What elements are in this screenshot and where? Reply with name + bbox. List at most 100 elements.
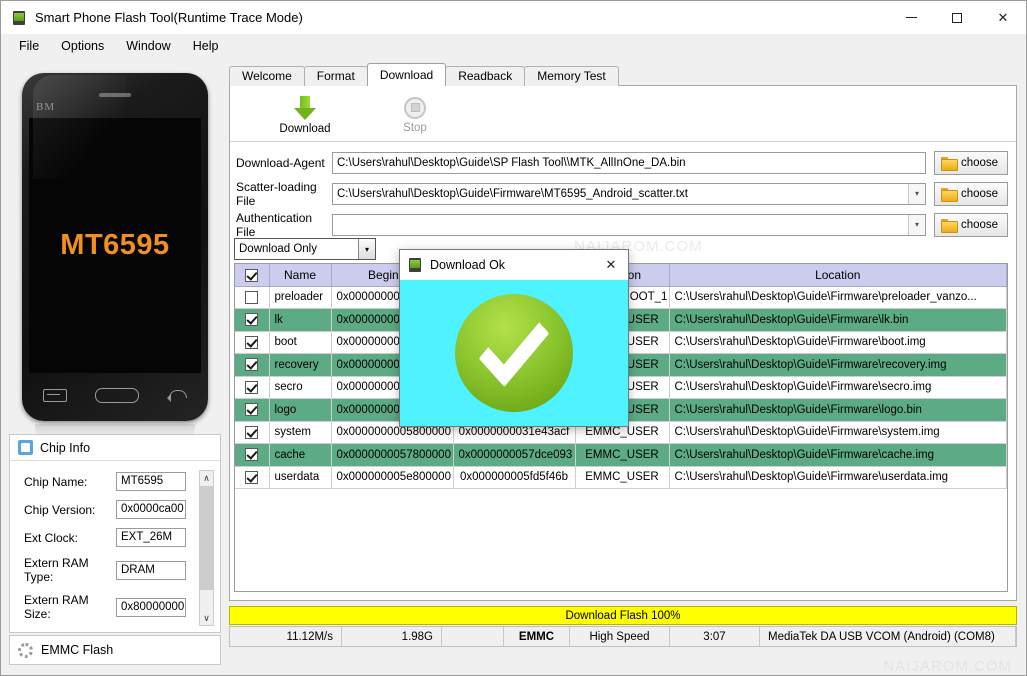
- folder-icon: [941, 156, 958, 171]
- row-checkbox-cell[interactable]: [235, 421, 270, 444]
- table-row[interactable]: cache 0x0000000057800000 0x0000000057dce…: [235, 443, 1007, 467]
- row-location: C:\Users\rahul\Desktop\Guide\Firmware\lk…: [669, 308, 1007, 332]
- tab-memory-test[interactable]: Memory Test: [524, 66, 619, 86]
- row-checkbox-cell[interactable]: [235, 376, 270, 399]
- row-checkbox-cell[interactable]: [235, 353, 270, 377]
- row-location: C:\Users\rahul\Desktop\Guide\Firmware\sy…: [669, 421, 1007, 444]
- tab-format[interactable]: Format: [303, 66, 368, 86]
- menu-window[interactable]: Window: [116, 36, 180, 56]
- row-name: preloader: [269, 286, 332, 309]
- folder-icon: [941, 187, 958, 202]
- minimize-button[interactable]: [888, 1, 934, 34]
- row-begin: 0x0000000057800000: [331, 443, 454, 467]
- scroll-up-icon[interactable]: ∧: [200, 471, 213, 485]
- status-storage: EMMC: [504, 627, 570, 646]
- emmc-flash-section[interactable]: EMMC Flash: [9, 635, 221, 665]
- dialog-close-button[interactable]: ✕: [600, 254, 622, 276]
- row-checkbox-cell[interactable]: [235, 398, 270, 422]
- close-button[interactable]: ✕: [980, 1, 1026, 34]
- download-mode-select[interactable]: Download Only ▾: [234, 238, 376, 260]
- scrollbar-thumb[interactable]: [200, 486, 213, 590]
- chip-version-label: Chip Version:: [24, 502, 96, 517]
- progress-bar: Download Flash 100%: [229, 606, 1017, 625]
- folder-icon: [941, 218, 958, 233]
- chevron-down-icon[interactable]: ▾: [908, 183, 925, 204]
- stop-button[interactable]: Stop: [360, 86, 470, 141]
- extern-ram-size-label: Extern RAM Size:: [24, 593, 89, 621]
- row-location: C:\Users\rahul\Desktop\Guide\Firmware\re…: [669, 353, 1007, 377]
- row-checkbox[interactable]: [245, 358, 259, 372]
- ext-clock-field[interactable]: EXT_26M: [116, 528, 186, 547]
- flash-tool-icon: [408, 258, 422, 272]
- action-toolbar: Download Stop: [230, 86, 1016, 142]
- row-checkbox-cell[interactable]: [235, 466, 270, 489]
- menu-button-icon: [43, 388, 67, 402]
- status-speed: 11.12M/s: [230, 627, 342, 646]
- status-time: 3:07: [670, 627, 760, 646]
- row-checkbox-cell[interactable]: [235, 443, 270, 467]
- row-checkbox-cell[interactable]: [235, 286, 270, 309]
- scroll-down-icon[interactable]: ∨: [200, 611, 213, 625]
- row-checkbox[interactable]: [245, 403, 259, 417]
- row-checkbox[interactable]: [245, 313, 259, 327]
- row-checkbox-cell[interactable]: [235, 331, 270, 354]
- row-checkbox[interactable]: [245, 470, 259, 484]
- maximize-button[interactable]: [934, 1, 980, 34]
- chevron-down-icon[interactable]: ▾: [358, 239, 375, 259]
- extern-ram-type-label: Extern RAM Type:: [24, 556, 89, 584]
- phone-nav-bar: [29, 375, 201, 415]
- extern-ram-size-field[interactable]: 0x80000000: [116, 597, 186, 617]
- menu-file[interactable]: File: [9, 36, 49, 56]
- row-name: userdata: [269, 466, 332, 489]
- row-name: lk: [269, 308, 332, 332]
- row-checkbox[interactable]: [245, 425, 259, 439]
- header-name[interactable]: Name: [269, 264, 332, 287]
- dialog-title: Download Ok: [430, 258, 506, 272]
- tab-welcome[interactable]: Welcome: [229, 66, 305, 86]
- select-all-header[interactable]: [235, 264, 270, 287]
- app-window: Smart Phone Flash Tool(Runtime Trace Mod…: [0, 0, 1027, 676]
- chip-version-field[interactable]: 0x0000ca00: [116, 500, 186, 519]
- auth-file-choose-button[interactable]: choose: [934, 212, 1008, 237]
- row-name: boot: [269, 331, 332, 354]
- scatter-file-input[interactable]: C:\Users\rahul\Desktop\Guide\Firmware\MT…: [332, 182, 926, 205]
- row-region: EMMC_USER: [575, 443, 670, 467]
- row-name: logo: [269, 398, 332, 422]
- menu-options[interactable]: Options: [51, 36, 114, 56]
- table-row[interactable]: userdata 0x000000005e800000 0x000000005f…: [235, 466, 1007, 489]
- tab-download[interactable]: Download: [366, 63, 447, 86]
- dialog-title-bar: Download Ok ✕: [400, 250, 628, 280]
- phone-illustration: BM MT6595: [22, 73, 208, 421]
- chevron-down-icon[interactable]: ▾: [908, 214, 925, 235]
- chip-name-field[interactable]: MT6595: [116, 472, 186, 491]
- row-end: 0x000000005fd5f46b: [453, 466, 576, 489]
- scatter-file-choose-button[interactable]: choose: [934, 181, 1008, 206]
- auth-file-input[interactable]: ▾: [332, 213, 926, 236]
- download-button[interactable]: Download: [250, 86, 360, 141]
- stop-icon: [404, 96, 426, 119]
- choose-label: choose: [961, 218, 999, 231]
- tab-readback[interactable]: Readback: [445, 66, 526, 86]
- row-checkbox[interactable]: [245, 380, 259, 394]
- row-checkbox[interactable]: [245, 335, 259, 349]
- select-all-checkbox[interactable]: [245, 268, 259, 282]
- chip-info-header[interactable]: Chip Info: [10, 435, 220, 461]
- chip-info-scrollbar[interactable]: ∧ ∨: [199, 470, 214, 626]
- download-agent-input[interactable]: C:\Users\rahul\Desktop\Guide\SP Flash To…: [332, 151, 926, 174]
- row-checkbox-cell[interactable]: [235, 308, 270, 332]
- download-agent-value: C:\Users\rahul\Desktop\Guide\SP Flash To…: [337, 156, 686, 169]
- extern-ram-type-field[interactable]: DRAM: [116, 560, 186, 580]
- download-agent-choose-button[interactable]: choose: [934, 150, 1008, 175]
- auth-file-label: Authentication File: [236, 210, 313, 239]
- progress-label: Download Flash 100%: [565, 609, 681, 622]
- row-checkbox[interactable]: [245, 448, 259, 462]
- header-location[interactable]: Location: [669, 264, 1007, 287]
- phone-chip-label: MT6595: [60, 229, 170, 261]
- title-bar: Smart Phone Flash Tool(Runtime Trace Mod…: [1, 1, 1026, 34]
- menu-help[interactable]: Help: [183, 36, 229, 56]
- status-blank: [442, 627, 504, 646]
- row-checkbox[interactable]: [245, 290, 259, 304]
- status-size: 1.98G: [342, 627, 442, 646]
- chip-info-title: Chip Info: [40, 440, 91, 455]
- row-region: EMMC_USER: [575, 466, 670, 489]
